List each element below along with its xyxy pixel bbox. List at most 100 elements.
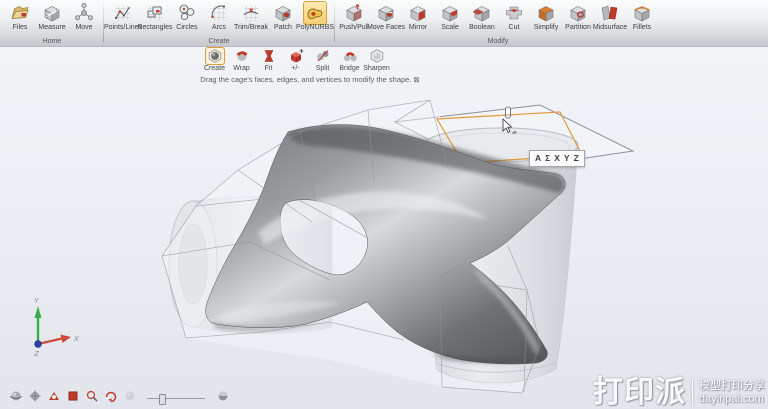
context-tool-fit[interactable]: Fit [255, 48, 282, 73]
ribbon-button-trim-break[interactable]: Trim/Break [235, 0, 267, 32]
axis-z-label: Z [34, 351, 40, 358]
sphere-shaded-icon [216, 389, 230, 408]
move-icon [73, 2, 95, 24]
push-pull-icon [343, 2, 365, 24]
patch-icon [272, 2, 294, 24]
ribbon-button-cut[interactable]: Cut [498, 0, 530, 32]
ribbon-button-arcs[interactable]: Arcs [203, 0, 235, 32]
context-tool-wrap[interactable]: Wrap [228, 48, 255, 73]
context-tool-split[interactable]: Split [309, 48, 336, 73]
context-tool-bridge[interactable]: Bridge [336, 48, 363, 73]
ribbon-button-label: PolyNURBS [296, 24, 334, 32]
zoom-window-button[interactable] [84, 391, 99, 405]
ribbon-button-mirror[interactable]: Mirror [402, 0, 434, 32]
points-lines-icon [112, 2, 134, 24]
ribbon-button-label: Move Faces [367, 24, 405, 32]
ribbon-button-push-pull[interactable]: Push/Pull [338, 0, 370, 32]
ribbon-button-polynurbs[interactable]: PolyNURBS [299, 0, 331, 32]
mini-button-[interactable]: Σ [545, 152, 550, 165]
ribbon-button-files[interactable]: Files [4, 0, 36, 32]
cage-create-icon [206, 48, 224, 64]
measure-icon [41, 2, 63, 24]
arcs-icon [208, 2, 230, 24]
mini-button-a[interactable]: A [535, 152, 541, 165]
context-tool-label: Split [316, 64, 330, 73]
view-controls-bar [8, 391, 230, 405]
ribbon-button-label: Mirror [409, 24, 427, 32]
ribbon-button-label: Scale [441, 24, 459, 32]
ribbon-button-move-faces[interactable]: Move Faces [370, 0, 402, 32]
zoom-view-button[interactable] [46, 391, 61, 405]
watermark-logo: 打印派 [593, 378, 686, 408]
ribbon-button-label: Measure [38, 24, 65, 32]
context-tool-label: +/- [291, 64, 299, 73]
ribbon-button-label: Fillets [633, 24, 651, 32]
mini-button-x[interactable]: X [554, 152, 560, 165]
cage-plus-minus-icon [287, 48, 305, 64]
midsurface-icon [599, 2, 621, 24]
scale-icon [439, 2, 461, 24]
partition-icon [567, 2, 589, 24]
rotate-view-button[interactable] [103, 391, 118, 405]
rotate-icon [104, 389, 118, 408]
ribbon-toolbar: Files MeasureMove Home Points/LinesRectangl… [0, 0, 768, 47]
ribbon-button-label: Boolean [469, 24, 495, 32]
mirror-icon [407, 2, 429, 24]
polynurbs-icon [304, 2, 326, 24]
move-faces-icon [375, 2, 397, 24]
polynurbs-context-toolbar: Create Wrap Fit +/- Split BridgeSharpen [201, 48, 390, 73]
slider-track [147, 398, 205, 399]
mini-button-y[interactable]: Y [564, 152, 570, 165]
ribbon-button-label: Cut [509, 24, 520, 32]
pan-view-button[interactable] [27, 391, 42, 405]
context-tool-label: Wrap [233, 64, 250, 73]
circles-icon [176, 2, 198, 24]
ribbon-button-measure[interactable]: Measure [36, 0, 68, 32]
zoom-slider[interactable] [147, 392, 205, 404]
trim-break-icon [240, 2, 262, 24]
ribbon-button-label: Trim/Break [234, 24, 268, 32]
ribbon-button-patch[interactable]: Patch [267, 0, 299, 32]
ribbon-group-label: Modify [338, 38, 658, 45]
ribbon-button-midsurface[interactable]: Midsurface [594, 0, 626, 32]
ribbon-button-label: Files [13, 24, 28, 32]
ribbon-button-partition[interactable]: Partition [562, 0, 594, 32]
zoom-extents-button[interactable] [65, 391, 80, 405]
ribbon-separator [103, 2, 104, 42]
spin-view-button[interactable] [8, 391, 23, 405]
ribbon-button-boolean[interactable]: Boolean [466, 0, 498, 32]
context-tool-label: Sharpen [363, 64, 389, 73]
ribbon-button-scale[interactable]: Scale [434, 0, 466, 32]
ribbon-button-label: Patch [274, 24, 292, 32]
pan-icon [28, 389, 42, 408]
context-tool-create[interactable]: Create [201, 48, 228, 73]
zoom-window-icon [85, 389, 99, 408]
ribbon-button-rectangles[interactable]: Rectangles [139, 0, 171, 32]
ribbon-button-label: Midsurface [593, 24, 627, 32]
mini-button-z[interactable]: Z [574, 152, 579, 165]
ribbon-button-fillets[interactable]: Fillets [626, 0, 658, 32]
ribbon-group-create: Points/LinesRectangles Circles ArcsTrim/Br… [107, 0, 331, 46]
ribbon-button-label: Simplify [534, 24, 559, 32]
cage-split-icon [314, 48, 332, 64]
ribbon-group-label: Home [4, 38, 100, 45]
context-tool-label: Fit [265, 64, 273, 73]
context-tool-sharpen[interactable]: Sharpen [363, 48, 390, 73]
ribbon-button-label: Circles [176, 24, 197, 32]
watermark-site: dayinpai.com [699, 393, 765, 406]
hint-text: Drag the cage's faces, edges, and vertic… [170, 75, 450, 84]
orbit-icon [9, 389, 23, 408]
ribbon-separator [334, 2, 335, 42]
ribbon-button-move[interactable]: Move [68, 0, 100, 32]
slider-handle[interactable] [159, 394, 166, 405]
watermark-tagline: 模型打印分享 [699, 380, 765, 393]
ribbon-button-points-lines[interactable]: Points/Lines [107, 0, 139, 32]
fillets-icon [631, 2, 653, 24]
mini-toolbar: AΣXYZ [529, 150, 585, 167]
hint-more-icon[interactable]: ⊠ [413, 75, 419, 84]
ribbon-button-simplify[interactable]: Simplify [530, 0, 562, 32]
render-options-button[interactable] [215, 391, 230, 405]
context-tool-[interactable]: +/- [282, 48, 309, 73]
context-tool-label: Create [204, 64, 225, 73]
ribbon-button-circles[interactable]: Circles [171, 0, 203, 32]
